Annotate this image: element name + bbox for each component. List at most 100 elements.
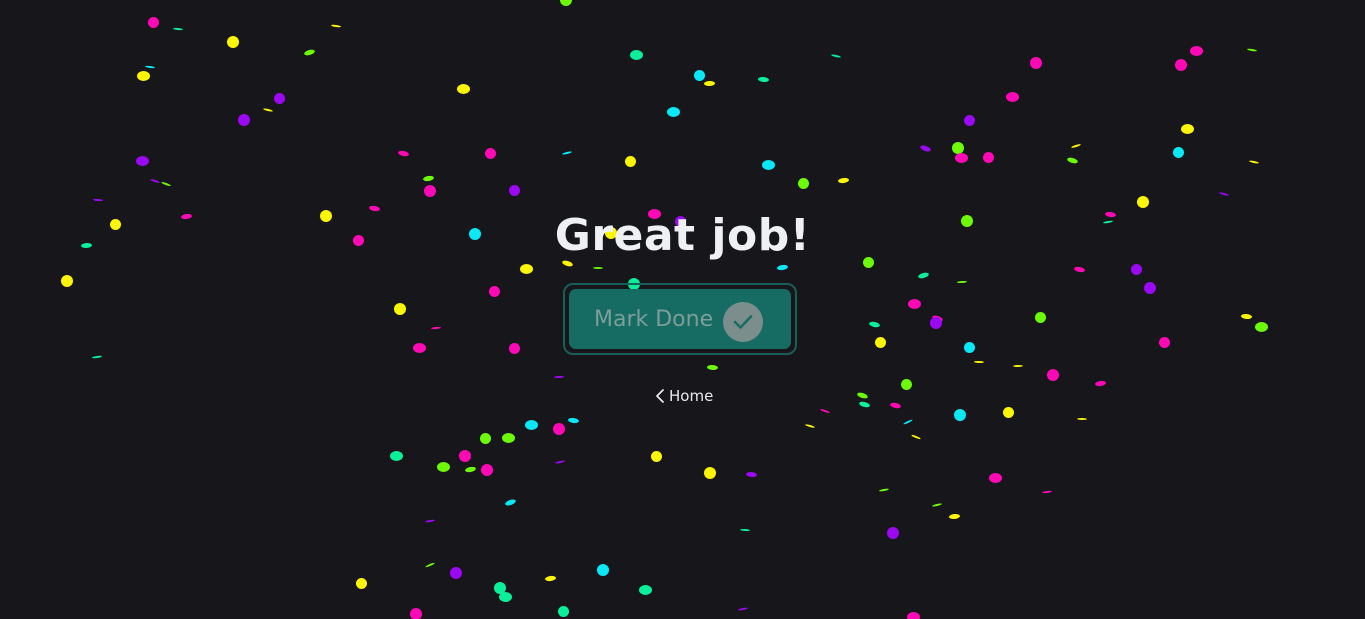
confetti-piece [303, 48, 315, 56]
confetti-piece [567, 416, 579, 424]
confetti-piece [450, 567, 462, 579]
confetti-piece [706, 364, 718, 370]
confetti-piece [704, 467, 716, 479]
confetti-piece [436, 462, 450, 472]
confetti-piece [1076, 417, 1088, 421]
confetti-piece [650, 450, 662, 462]
confetti-piece [1034, 311, 1046, 323]
confetti-piece [1002, 406, 1014, 418]
confetti-piece [1254, 322, 1268, 332]
confetti-piece [907, 299, 921, 309]
confetti-piece [92, 198, 104, 202]
confetti-piece [394, 303, 406, 315]
confetti-piece [597, 564, 609, 576]
confetti-piece [592, 266, 604, 270]
page-title: Great job! [554, 210, 811, 261]
confetti-piece [412, 343, 426, 353]
confetti-piece [397, 149, 409, 157]
confetti-piece [988, 473, 1002, 483]
confetti-piece [464, 465, 476, 473]
confetti-piece [963, 341, 975, 353]
home-link-label: Home [669, 387, 714, 405]
mark-done-button[interactable]: Mark Done [569, 289, 791, 349]
confetti-piece [693, 69, 705, 81]
confetti-piece [776, 263, 788, 271]
confetti-piece [1137, 196, 1149, 208]
confetti-piece [918, 143, 932, 153]
confetti-piece [424, 185, 436, 197]
confetti-piece [484, 147, 496, 159]
confetti-piece [501, 433, 515, 443]
confetti-piece [149, 178, 161, 184]
confetti-piece [1158, 336, 1170, 348]
home-link[interactable]: Home [655, 387, 713, 405]
confetti-piece [804, 423, 816, 429]
confetti-piece [889, 401, 901, 409]
confetti-piece [147, 16, 159, 28]
confetti-piece [160, 181, 172, 187]
confetti-piece [973, 360, 985, 364]
confetti-piece [868, 320, 880, 328]
confetti-piece [930, 317, 942, 329]
confetti-piece [1012, 364, 1024, 368]
confetti-piece [745, 471, 757, 477]
confetti-piece [1180, 124, 1194, 134]
confetti-piece [1175, 59, 1187, 71]
confetti-piece [1041, 490, 1053, 494]
confetti-piece [135, 156, 149, 166]
checkmark-icon [723, 302, 763, 342]
confetti-piece [624, 155, 636, 167]
confetti-piece [503, 497, 517, 507]
confetti-piece [508, 184, 520, 196]
confetti-piece [963, 114, 975, 126]
chevron-left-icon [655, 388, 665, 404]
confetti-piece [837, 176, 849, 184]
confetti-piece [703, 80, 715, 86]
confetti-piece [1066, 156, 1078, 164]
confetti-piece [638, 585, 652, 595]
confetti-piece [424, 519, 436, 523]
confetti-piece [1030, 57, 1042, 69]
confetti-piece [819, 408, 831, 414]
confetti-piece [954, 153, 968, 163]
confetti-piece [903, 418, 913, 426]
confetti-piece [874, 336, 886, 348]
confetti-piece [554, 459, 566, 465]
confetti-piece [917, 271, 929, 279]
confetti-piece [1240, 313, 1252, 319]
confetti-piece [900, 378, 912, 390]
confetti-piece [273, 92, 285, 104]
confetti-piece [422, 174, 434, 182]
confetti-piece [524, 420, 538, 430]
confetti-piece [931, 502, 943, 508]
confetti-piece [488, 285, 500, 297]
confetti-piece [948, 512, 960, 520]
confetti-piece [930, 313, 944, 323]
confetti-piece [1130, 263, 1142, 275]
confetti-piece [553, 375, 565, 379]
confetti-piece [1246, 48, 1258, 52]
confetti-piece [355, 577, 367, 589]
confetti-piece [561, 150, 573, 156]
confetti-piece [227, 36, 239, 48]
confetti-piece [389, 451, 403, 461]
confetti-piece [498, 592, 512, 602]
confetti-piece [1248, 159, 1260, 165]
confetti-piece [1073, 265, 1085, 273]
confetti-piece [906, 612, 920, 619]
confetti-piece [330, 24, 342, 28]
confetti-piece [737, 607, 749, 611]
mark-done-frame: Mark Done [563, 283, 797, 355]
confetti-piece [1218, 191, 1230, 197]
confetti-piece [761, 160, 775, 170]
confetti-piece [887, 527, 899, 539]
confetti-piece [855, 390, 869, 400]
confetti-piece [91, 355, 103, 359]
confetti-piece [144, 65, 156, 69]
confetti-piece [238, 114, 250, 126]
confetti-piece [1005, 92, 1019, 102]
confetti-piece [1070, 143, 1082, 149]
confetti-piece [494, 582, 506, 594]
confetti-piece [508, 342, 520, 354]
confetti-piece [410, 608, 422, 619]
